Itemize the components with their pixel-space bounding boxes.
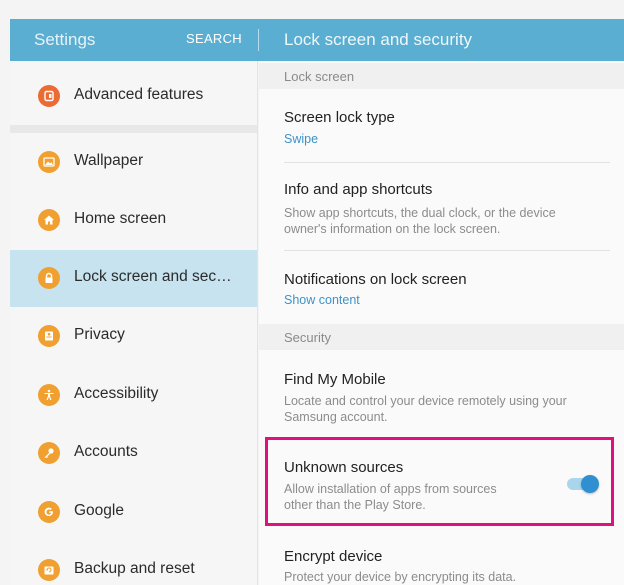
sidebar-item-label: Accessibility [74,385,159,402]
sidebar-item-privacy[interactable]: Privacy [10,308,257,365]
section-label: Security [284,330,331,345]
accessibility-icon [38,384,60,406]
notifications-lock-screen-item[interactable]: Notifications on lock screen Show conten… [259,251,624,322]
sidebar-item-accounts[interactable]: Accounts [10,425,257,482]
sidebar-item-label: Lock screen and sec… [74,268,232,285]
screen-lock-type-item[interactable]: Screen lock type Swipe [259,89,624,163]
search-button[interactable]: SEARCH [186,31,242,46]
lock-icon [38,267,60,289]
settings-sidebar: Advanced features Wallpaper Home screen … [10,61,258,585]
find-my-mobile-title: Find My Mobile [284,371,386,388]
encrypt-device-desc: Protect your device by encrypting its da… [284,570,517,584]
header-divider [258,29,259,51]
encrypt-device-item[interactable]: Encrypt device Protect your device by en… [259,534,624,585]
wallpaper-icon [38,151,60,173]
sidebar-item-advanced-features[interactable]: Advanced features [10,68,257,125]
info-app-shortcuts-desc-2: owner's information on the lock screen. [284,222,501,236]
highlight-box [265,437,614,526]
privacy-icon [38,325,60,347]
sidebar-item-label: Wallpaper [74,152,144,169]
screen-lock-type-title: Screen lock type [284,109,395,126]
sidebar-item-lock-screen[interactable]: Lock screen and sec… [10,250,257,307]
notifications-value: Show content [284,293,360,307]
page-title: Lock screen and security [284,30,473,49]
find-my-mobile-desc-2: Samsung account. [284,410,388,424]
info-app-shortcuts-desc-1: Show app shortcuts, the dual clock, or t… [284,206,556,220]
home-icon [38,209,60,231]
sidebar-item-label: Home screen [74,210,167,227]
sidebar-separator [10,125,257,133]
sidebar-item-label: Accounts [74,443,138,460]
info-app-shortcuts-title: Info and app shortcuts [284,181,433,198]
sidebar-item-label: Backup and reset [74,560,195,577]
app-header: Settings SEARCH Lock screen and security [10,19,624,61]
section-label: Lock screen [284,69,355,84]
settings-title: Settings [34,30,96,49]
find-my-mobile-desc-1: Locate and control your device remotely … [284,394,567,408]
section-header-lock-screen: Lock screen [259,63,624,89]
sidebar-item-label: Advanced features [74,86,204,103]
sidebar-item-home-screen[interactable]: Home screen [10,192,257,249]
sidebar-item-backup-reset[interactable]: Backup and reset [10,542,257,585]
key-icon [38,442,60,464]
info-app-shortcuts-item[interactable]: Info and app shortcuts Show app shortcut… [259,163,624,251]
section-header-security: Security [259,324,624,350]
sidebar-item-label: Google [74,502,124,519]
google-icon [38,501,60,523]
advanced-features-icon [38,85,60,107]
find-my-mobile-item[interactable]: Find My Mobile Locate and control your d… [259,352,624,436]
backup-icon [38,559,60,581]
notifications-title: Notifications on lock screen [284,271,467,288]
encrypt-device-title: Encrypt device [284,548,383,565]
sidebar-item-google[interactable]: Google [10,484,257,541]
screen-lock-type-value: Swipe [284,132,319,146]
sidebar-item-wallpaper[interactable]: Wallpaper [10,134,257,191]
sidebar-item-label: Privacy [74,326,125,343]
sidebar-item-accessibility[interactable]: Accessibility [10,367,257,424]
